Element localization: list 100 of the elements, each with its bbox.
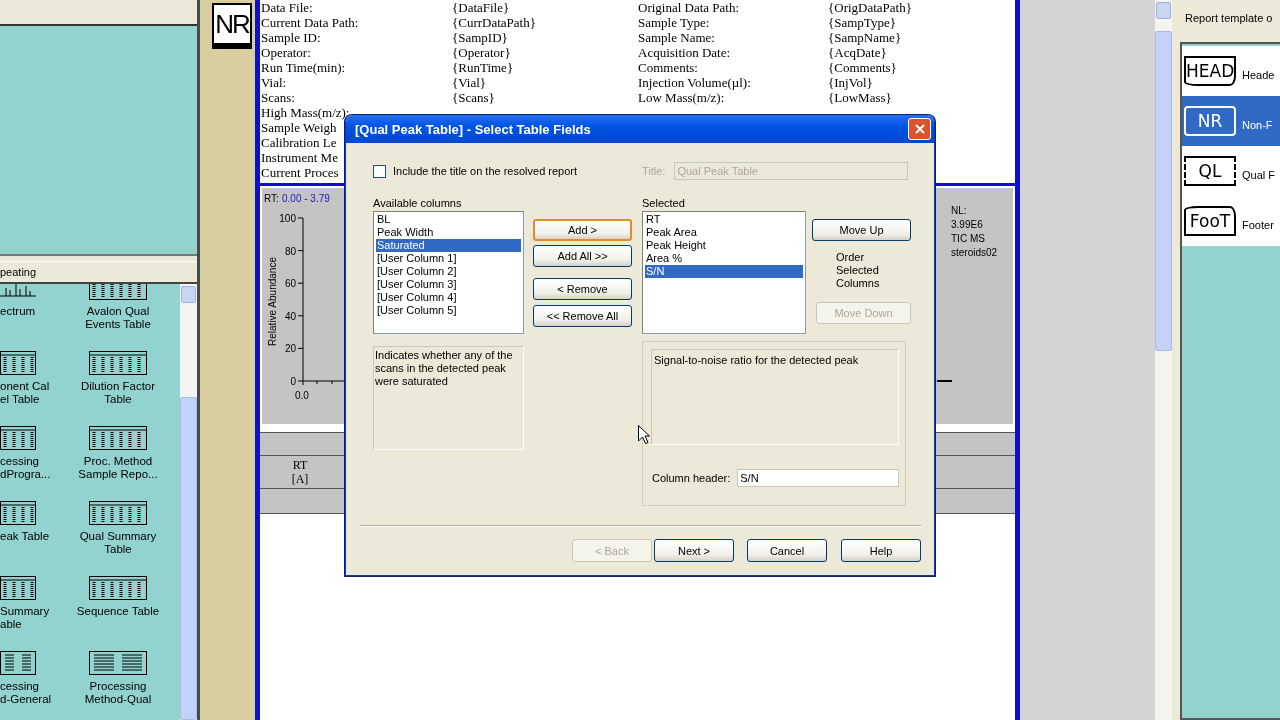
item-label: eak Table xyxy=(0,530,50,543)
range-value: 0.00 - 3.79 xyxy=(282,193,330,204)
description-box: Signal-to-noise ratio for the detected peak xyxy=(651,349,899,445)
list-item[interactable]: Peak Width xyxy=(376,226,521,239)
list-item[interactable]: [User Column 1] xyxy=(376,252,521,265)
field-label: Current Data Path: xyxy=(261,15,359,30)
table-icon[interactable] xyxy=(0,576,36,600)
template-item[interactable]: NR Non-F xyxy=(1182,96,1280,146)
field-label: Sample Weigh xyxy=(261,120,337,135)
table-icon[interactable] xyxy=(89,501,147,525)
list-item[interactable]: [User Column 4] xyxy=(376,291,521,304)
field-label: Injection Volume(µl): xyxy=(638,75,751,90)
list-item[interactable]: Peak Area xyxy=(645,226,803,239)
scroll-thumb[interactable] xyxy=(1155,31,1172,351)
template-icon: NR xyxy=(1184,106,1236,136)
chart-info: 3.99E6 xyxy=(951,219,983,230)
table-icon[interactable] xyxy=(89,426,147,450)
dialog-button[interactable]: < Remove xyxy=(533,278,632,300)
list-label: Available columns xyxy=(373,197,463,211)
item-label: Processing Method-Qual xyxy=(84,680,152,706)
chart-info: TIC MS xyxy=(951,233,985,244)
item-label: Sequence Table xyxy=(76,605,160,618)
document-icon[interactable] xyxy=(89,651,147,675)
field-label: Sample Name: xyxy=(638,30,715,45)
template-item[interactable]: QL Qual F xyxy=(1182,146,1280,196)
field-value: {Operator} xyxy=(452,45,511,60)
dialog-button[interactable]: Next > xyxy=(654,539,734,562)
list-item[interactable]: Saturated xyxy=(376,239,521,252)
document-icon[interactable] xyxy=(0,651,36,675)
field-label: Data File: xyxy=(261,0,313,15)
template-item[interactable]: FooT Footer xyxy=(1182,196,1280,246)
field-value: {AcqDate} xyxy=(828,45,887,60)
tick-label: 80 xyxy=(284,245,296,257)
dialog-button[interactable]: Cancel xyxy=(747,539,827,562)
tick-label: 60 xyxy=(284,278,296,290)
item-label: Summary able xyxy=(0,605,50,631)
list-box[interactable]: BL Peak Width Saturated [User Column 1] [User Column 2] [User Column 3] [User Column 4] [User Column 5] xyxy=(373,211,524,334)
description-box: Indicates whether any of the scans in the detected peak were saturated xyxy=(373,346,524,450)
chart-info: NL: xyxy=(951,205,967,216)
field-value: {Scans} xyxy=(452,90,495,105)
template-icon: FooT xyxy=(1184,206,1236,236)
template-label: Qual F xyxy=(1242,169,1275,181)
list-item[interactable]: [User Column 3] xyxy=(376,278,521,291)
field-label: Instrument Me xyxy=(261,150,338,165)
table-icon[interactable] xyxy=(0,426,36,450)
list-item[interactable]: [User Column 2] xyxy=(376,265,521,278)
field-label: Calibration Le xyxy=(261,135,337,150)
close-button[interactable] xyxy=(908,118,931,140)
field-value: {Comments} xyxy=(828,60,897,75)
report-icon[interactable]: NR xyxy=(212,3,252,49)
field-label: Operator: xyxy=(261,45,311,60)
field-label: Sample ID: xyxy=(261,30,321,45)
section-header: peating xyxy=(0,261,197,284)
template-label: Non-F xyxy=(1242,119,1273,131)
field-label: Original Data Path: xyxy=(638,0,740,15)
field-value: {RunTime} xyxy=(452,60,514,75)
field-value: {LowMass} xyxy=(828,90,892,105)
field-value: {InjVol} xyxy=(828,75,873,90)
dialog-button[interactable]: Add All >> xyxy=(533,245,632,267)
tick-label: 0.0 xyxy=(295,390,309,401)
scroll-thumb[interactable] xyxy=(180,397,197,720)
field-label: Vial: xyxy=(261,75,287,90)
item-label: Dilution Factor Table xyxy=(80,380,156,406)
dialog-button[interactable]: << Remove All xyxy=(533,305,632,327)
table-icon[interactable] xyxy=(89,576,147,600)
field-label: Run Time(min): xyxy=(261,60,346,75)
dialog-button[interactable]: Add > xyxy=(533,219,632,241)
table-icon[interactable] xyxy=(0,501,36,525)
table-icon[interactable] xyxy=(0,351,36,375)
scrollbar[interactable] xyxy=(180,284,197,720)
list-item[interactable]: BL xyxy=(376,213,521,226)
field-value: {SampID} xyxy=(452,30,508,45)
field-value: {SampName} xyxy=(828,30,902,45)
field-value: {SampType} xyxy=(828,15,896,30)
dialog-button[interactable]: Move Up xyxy=(812,219,911,241)
field-label: Sample Type: xyxy=(638,15,710,30)
item-label: cessing dProgra... xyxy=(0,455,51,481)
field-value: {CurrDataPath} xyxy=(452,15,536,30)
checkbox[interactable] xyxy=(373,164,386,178)
field-label: Column header: xyxy=(652,472,731,484)
field-label: Comments: xyxy=(638,60,698,75)
scrollbar[interactable] xyxy=(1155,0,1172,720)
window-title: [Qual Peak Table] - Select Table Fields xyxy=(355,121,591,137)
template-icon: QL xyxy=(1184,156,1236,186)
template-item[interactable]: HEAD Heade xyxy=(1182,46,1280,96)
list-item[interactable]: RT xyxy=(645,213,803,226)
dialog-button[interactable]: Help xyxy=(841,539,921,562)
list-item[interactable]: Area % xyxy=(645,252,803,265)
list-item[interactable]: [User Column 5] xyxy=(376,304,521,317)
field-label: Current Proces xyxy=(261,165,339,180)
list-item[interactable]: Peak Height xyxy=(645,239,803,252)
column-header-field[interactable]: S/N xyxy=(737,469,899,487)
order-label: Order Selected Columns xyxy=(836,251,881,290)
checkbox-label[interactable]: Include the title on the resolved report xyxy=(393,165,578,177)
column-heading: RT [A] xyxy=(290,457,310,486)
list-box[interactable]: RT Peak Area Peak Height Area % S/N xyxy=(642,211,806,334)
table-icon[interactable] xyxy=(89,351,147,375)
cursor-icon xyxy=(638,425,650,444)
list-item[interactable]: S/N xyxy=(645,265,803,278)
tick-label: 20 xyxy=(284,343,296,355)
